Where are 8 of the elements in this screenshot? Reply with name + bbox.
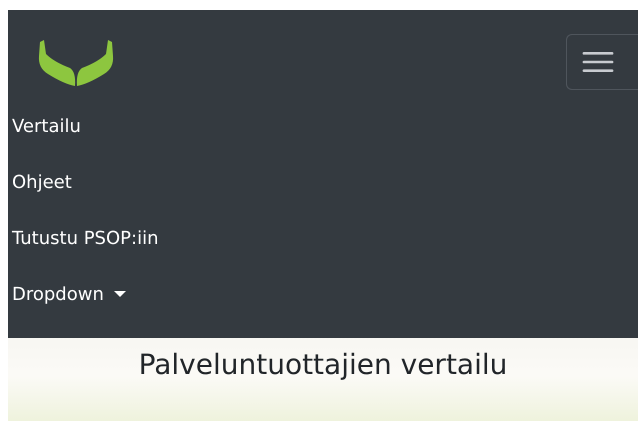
page-heading: Palveluntuottajien vertailu [138, 348, 508, 381]
nav-link[interactable]: Tutustu PSOP:iin [12, 210, 158, 266]
nav-link[interactable]: Ohjeet [12, 154, 72, 210]
menu-button[interactable] [566, 34, 638, 90]
nav-link[interactable]: Vertailu [12, 98, 81, 154]
menu-icon [580, 49, 614, 75]
dropdown-toggle[interactable]: Dropdown [12, 266, 126, 322]
caret-icon [114, 291, 126, 297]
